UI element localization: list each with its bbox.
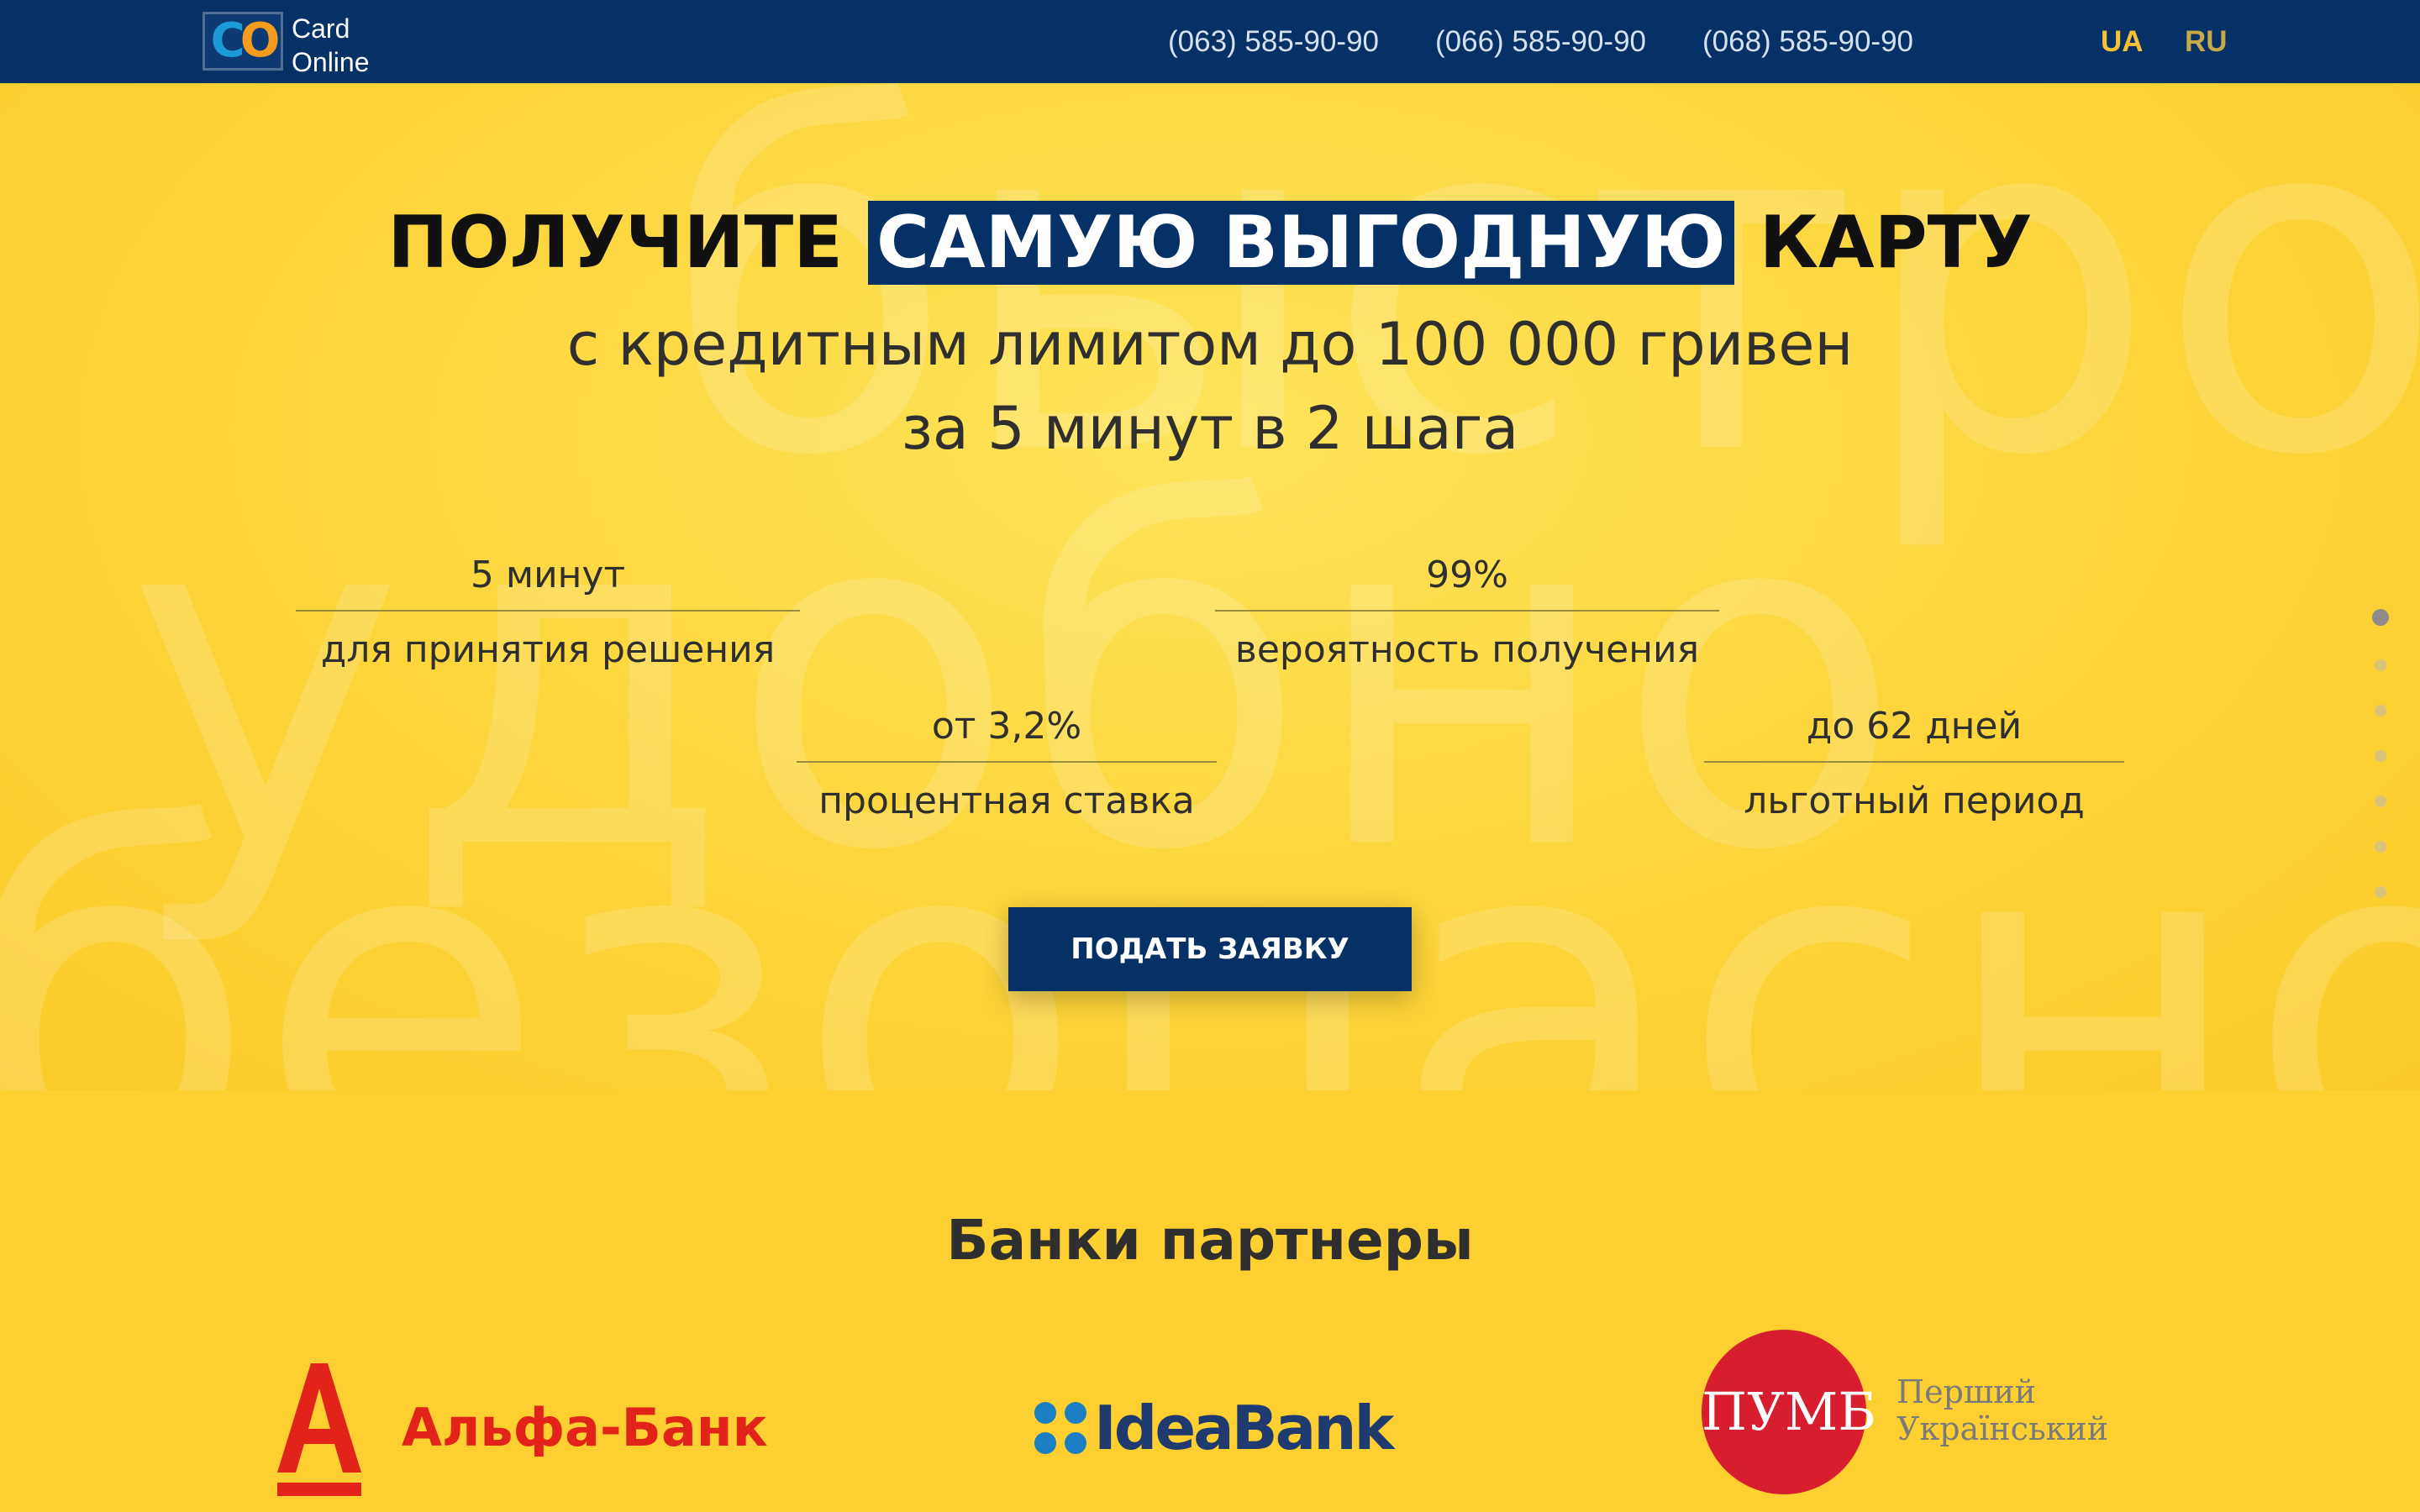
pagination-dot-6[interactable] bbox=[2375, 841, 2386, 853]
language-ru-link[interactable]: RU bbox=[2185, 25, 2228, 59]
pumb-mark: ПУМБ bbox=[1702, 1330, 1876, 1494]
idea-bank-name: IdeaBank bbox=[1094, 1393, 1394, 1463]
logo-text: Card Online bbox=[292, 12, 370, 79]
phone-list: (063) 585-90-90 (066) 585-90-90 (068) 58… bbox=[1168, 25, 1913, 59]
pagination-dot-7[interactable] bbox=[2375, 886, 2386, 898]
pagination-dot-2[interactable] bbox=[2375, 659, 2386, 671]
logo-line-1: Card bbox=[292, 13, 350, 44]
logo-line-2: Online bbox=[292, 47, 370, 77]
stat-value: от 3,2% bbox=[797, 705, 1217, 763]
stat-label: вероятность получения bbox=[1234, 628, 1700, 671]
stat-value: 99% bbox=[1215, 554, 1719, 612]
hero-subtitle-steps: за 5 минут в 2 шага bbox=[901, 394, 1519, 463]
pagination-dot-5[interactable] bbox=[2375, 795, 2386, 807]
pagination-dot-3[interactable] bbox=[2375, 705, 2386, 717]
submit-application-button[interactable]: ПОДАТЬ ЗАЯВКУ bbox=[1008, 907, 1412, 991]
stat-approval-probability: 99% вероятность получения bbox=[1215, 554, 1719, 671]
pagination-dot-4[interactable] bbox=[2375, 750, 2386, 762]
hero-section: быстро удобно безопасно ПОЛУЧИТЕ САМУЮ В… bbox=[0, 83, 2420, 1090]
stat-interest-rate: от 3,2% процентная ставка bbox=[797, 705, 1217, 822]
hero-title-end: КАРТУ bbox=[1759, 201, 2033, 285]
hero-title-highlight: САМУЮ ВЫГОДНУЮ bbox=[868, 201, 1734, 285]
partners-section: Банки партнеры Альфа-Банк IdeaBank ПУМБ … bbox=[0, 1090, 2420, 1512]
alfa-bank-a-icon bbox=[277, 1363, 361, 1496]
hero-title: ПОЛУЧИТЕ САМУЮ ВЫГОДНУЮ КАРТУ bbox=[0, 201, 2420, 285]
site-header: CO Card Online (063) 585-90-90 (066) 585… bbox=[0, 0, 2420, 83]
logo-mark: CO bbox=[203, 12, 283, 71]
stat-label: процентная ставка bbox=[818, 780, 1195, 822]
idea-bank-dots-icon bbox=[1034, 1402, 1086, 1454]
pumb-name: Перший Український bbox=[1897, 1373, 2108, 1447]
alfa-bank-name: Альфа-Банк bbox=[402, 1397, 768, 1458]
pumb-name-line-2: Український bbox=[1897, 1410, 2109, 1447]
phone-link-066[interactable]: (066) 585-90-90 bbox=[1435, 25, 1646, 59]
pumb-name-line-1: Перший bbox=[1897, 1373, 2036, 1410]
stat-value: до 62 дней bbox=[1704, 705, 2124, 763]
stat-decision-time: 5 минут для принятия решения bbox=[296, 554, 800, 671]
idea-bank-logo[interactable]: IdeaBank bbox=[1034, 1393, 1394, 1477]
stat-label: льготный период bbox=[1744, 780, 2085, 822]
card-online-logo[interactable]: CO Card Online bbox=[203, 12, 404, 77]
pagination-dot-1[interactable] bbox=[2372, 609, 2389, 626]
phone-link-063[interactable]: (063) 585-90-90 bbox=[1168, 25, 1379, 59]
hero-title-start: ПОЛУЧИТЕ bbox=[387, 201, 844, 285]
hero-subtitle-limit: с кредитным лимитом до 100 000 гривен bbox=[566, 310, 1854, 379]
stat-grace-period: до 62 дней льготный период bbox=[1704, 705, 2124, 822]
stat-label: для принятия решения bbox=[320, 628, 776, 671]
language-ua-link[interactable]: UA bbox=[2101, 25, 2144, 59]
pumb-logo[interactable]: ПУМБ Перший Український bbox=[1702, 1330, 2139, 1498]
partners-title: Банки партнеры bbox=[946, 1208, 1474, 1273]
alfa-bank-logo[interactable]: Альфа-Банк bbox=[277, 1363, 768, 1498]
stat-value: 5 минут bbox=[296, 554, 800, 612]
phone-link-068[interactable]: (068) 585-90-90 bbox=[1702, 25, 1913, 59]
